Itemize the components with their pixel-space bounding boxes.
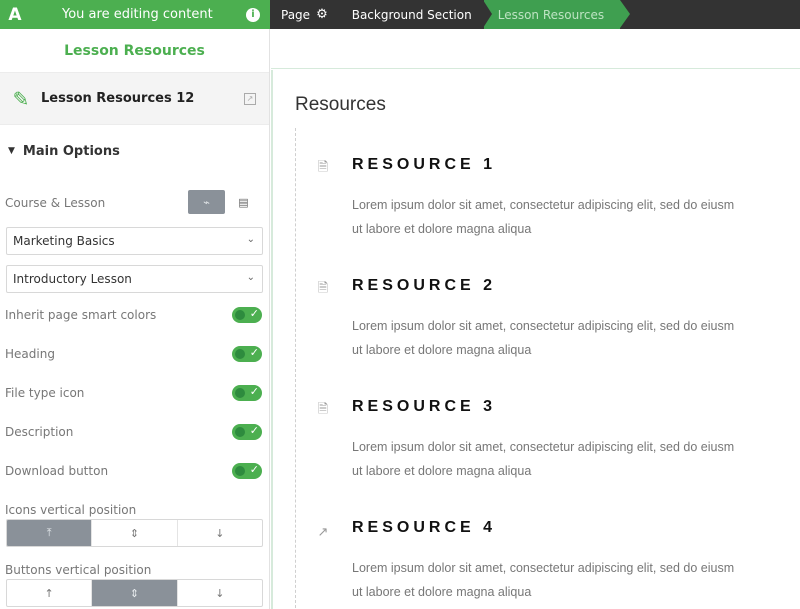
file-type-icon-switch[interactable]: ✓ <box>232 385 262 401</box>
buttons-position-row: Buttons vertical position <box>0 559 270 578</box>
toggle-label: Inherit page smart colors <box>5 308 157 322</box>
external-link-icon: ↗ <box>317 524 329 540</box>
toggle-label: Download button <box>5 464 109 478</box>
info-icon[interactable]: i <box>246 7 260 22</box>
resource-description-line: Lorem ipsum dolor sit amet, consectetur … <box>352 561 735 575</box>
breadcrumb: Page ⚙ Background Section Lesson Resourc… <box>270 0 631 29</box>
guide-line <box>295 128 296 608</box>
resource-description[interactable]: Lorem ipsum dolor sit amet, consectetur … <box>352 556 800 604</box>
doc-icon: 🗎 <box>317 160 329 175</box>
resource-description[interactable]: Lorem ipsum dolor sit amet, consectetur … <box>352 435 800 483</box>
resource-heading[interactable]: RESOURCE 4 <box>352 519 496 537</box>
resource-description-line: ut labore et dolore magna aliqua <box>352 464 532 478</box>
toggle-row-inherit-colors: Inherit page smart colors ✓ <box>0 301 270 329</box>
main-options-label: Main Options <box>22 143 120 159</box>
breadcrumb-page-label: Page <box>281 7 311 22</box>
doc-icon: 🗎 <box>317 281 329 296</box>
pdf-icon: 🗎 <box>317 402 329 417</box>
source-toggle: ⌁ ▤ <box>188 190 262 214</box>
align-top-icon[interactable]: ↑ <box>7 580 93 606</box>
course-select-value: Marketing Basics <box>13 234 115 248</box>
toggle-label: Heading <box>5 347 55 361</box>
chevron-down-icon: ⌄ <box>246 272 255 283</box>
lesson-select[interactable]: Introductory Lesson ⌄ <box>6 265 263 293</box>
heading-switch[interactable]: ✓ <box>232 346 262 362</box>
element-title: Lesson Resources 12 <box>41 91 195 106</box>
align-bottom-icon[interactable]: ↓ <box>178 580 262 606</box>
course-lesson-row: Course & Lesson ⌁ ▤ <box>0 190 270 216</box>
database-icon[interactable]: ▤ <box>225 190 262 214</box>
main-options-header[interactable]: ▼ Main Options <box>0 125 269 177</box>
top-bar: A You are editing content i Page ⚙ Backg… <box>0 0 800 29</box>
expand-icon[interactable]: ↗ <box>244 92 256 105</box>
resource-description-line: Lorem ipsum dolor sit amet, consectetur … <box>352 319 735 333</box>
resource-description-line: ut labore et dolore magna aliqua <box>352 343 532 357</box>
description-switch[interactable]: ✓ <box>232 424 262 440</box>
toggle-row-description: Description ✓ <box>0 418 270 446</box>
lesson-select-value: Introductory Lesson <box>13 272 132 286</box>
course-lesson-label: Course & Lesson <box>5 196 106 210</box>
toggle-label: File type icon <box>5 386 85 400</box>
resource-heading[interactable]: RESOURCE 3 <box>352 398 496 416</box>
align-top-icon[interactable]: ⤒ <box>7 520 93 546</box>
download-button-switch[interactable]: ✓ <box>232 463 262 479</box>
resource-description[interactable]: Lorem ipsum dolor sit amet, consectetur … <box>352 314 800 362</box>
resource-heading[interactable]: RESOURCE 2 <box>352 277 496 295</box>
caret-down-icon: ▼ <box>8 146 15 156</box>
canvas-top-strip <box>271 29 800 69</box>
resource-heading[interactable]: RESOURCE 1 <box>352 156 496 174</box>
gear-icon[interactable]: ⚙ <box>316 7 328 22</box>
course-select[interactable]: Marketing Basics ⌄ <box>6 227 263 255</box>
align-middle-icon[interactable]: ⇕ <box>92 520 178 546</box>
sidebar-title: Lesson Resources <box>0 29 269 73</box>
editing-status-text: You are editing content <box>62 7 213 22</box>
toggle-row-heading: Heading ✓ <box>0 340 270 368</box>
settings-sidebar: Lesson Resources ✎ Lesson Resources 12 ↗… <box>0 29 270 609</box>
resources-title[interactable]: Resources <box>295 94 386 116</box>
breadcrumb-section[interactable]: Background Section <box>340 0 484 29</box>
lesson-resources-element[interactable]: Resources 🗎 RESOURCE 1 Lorem ipsum dolor… <box>271 70 800 609</box>
inherit-colors-switch[interactable]: ✓ <box>232 307 262 323</box>
resource-description[interactable]: Lorem ipsum dolor sit amet, consectetur … <box>352 193 800 241</box>
breadcrumb-page[interactable]: Page ⚙ <box>270 0 340 29</box>
icons-position-label: Icons vertical position <box>5 503 137 517</box>
toggle-row-download-button: Download button ✓ <box>0 457 270 485</box>
buttons-position-control: ↑ ⇕ ↓ <box>6 579 263 607</box>
element-header: ✎ Lesson Resources 12 ↗ <box>0 73 269 125</box>
resource-description-line: Lorem ipsum dolor sit amet, consectetur … <box>352 440 735 454</box>
chevron-down-icon: ⌄ <box>246 234 255 245</box>
buttons-position-label: Buttons vertical position <box>5 563 152 577</box>
align-middle-icon[interactable]: ⇕ <box>92 580 178 606</box>
icons-position-row: Icons vertical position <box>0 499 270 518</box>
editing-banner: A You are editing content i <box>0 0 270 29</box>
link-source-icon[interactable]: ⌁ <box>188 190 225 214</box>
toggle-row-file-type-icon: File type icon ✓ <box>0 379 270 407</box>
resource-description-line: Lorem ipsum dolor sit amet, consectetur … <box>352 198 735 212</box>
icons-position-control: ⤒ ⇕ ↓ <box>6 519 263 547</box>
toggle-label: Description <box>5 425 74 439</box>
paperclip-icon: ✎ <box>12 86 30 111</box>
breadcrumb-element[interactable]: Lesson Resources <box>482 0 631 29</box>
resource-description-line: ut labore et dolore magna aliqua <box>352 222 532 236</box>
align-bottom-icon[interactable]: ↓ <box>178 520 262 546</box>
resource-description-line: ut labore et dolore magna aliqua <box>352 585 532 599</box>
app-logo[interactable]: A <box>0 0 30 29</box>
